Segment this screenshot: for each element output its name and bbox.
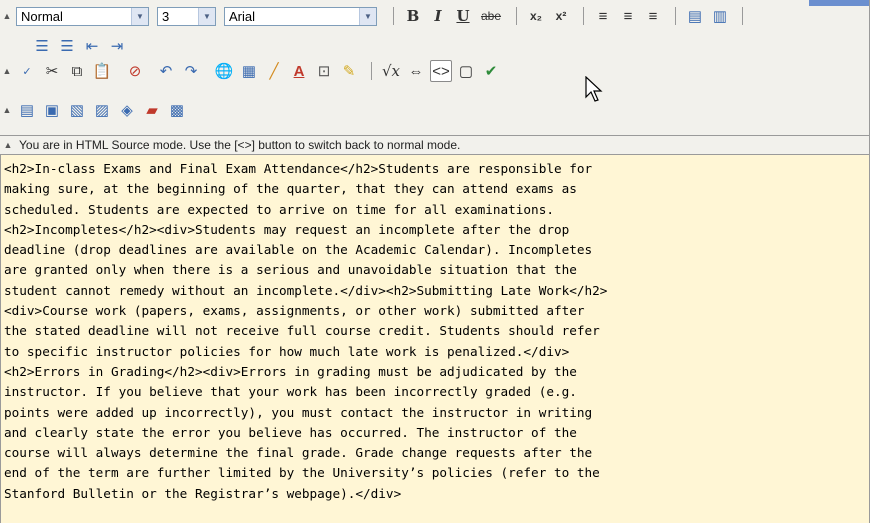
collapse-arrow-icon[interactable]: ▲ xyxy=(2,8,12,24)
strikethrough-button[interactable]: abe xyxy=(477,5,505,27)
cut-icon[interactable]: ✂ xyxy=(41,60,63,82)
spellcheck-icon[interactable]: ✓ xyxy=(16,60,38,82)
align-left-icon[interactable]: ≡ xyxy=(592,5,614,27)
source-line: instructor. If you believe that your wor… xyxy=(4,384,577,400)
chevron-down-icon: ▼ xyxy=(131,7,148,25)
separator xyxy=(675,7,676,25)
source-line: deadline (drop deadlines are available o… xyxy=(4,242,593,258)
html-source-editor[interactable]: <h2>In-class Exams and Final Exam Attend… xyxy=(0,155,870,523)
separator xyxy=(742,7,743,25)
source-line: student cannot remedy without an incompl… xyxy=(4,282,608,298)
chevron-down-icon: ▼ xyxy=(359,7,376,25)
align-right-icon[interactable]: ≡ xyxy=(642,5,664,27)
paragraph-format-select[interactable]: Normal ▼ xyxy=(16,6,149,26)
bold-button[interactable]: B xyxy=(402,5,424,27)
source-line: to specific instructor policies for how … xyxy=(4,343,570,359)
search-file-icon[interactable]: ▨ xyxy=(91,99,113,121)
rich-text-editor: ▲ Normal ▼ 3 ▼ Arial ▼ B I U abe x₂ x² ≡ xyxy=(0,0,870,523)
toggle-view-icon[interactable]: ⇔ xyxy=(405,60,427,82)
font-color-icon[interactable]: A xyxy=(288,60,310,82)
highlight-icon[interactable]: ✎ xyxy=(338,60,360,82)
font-size-value: 3 xyxy=(162,8,170,24)
copy-icon[interactable]: ⧉ xyxy=(66,60,88,82)
insert-gallery-icon[interactable]: ▩ xyxy=(166,99,188,121)
toolbar-row-tools: ▲ ✓ ✂ ⧉ 📋 ⊘ ↶ ↷ 🌐 ▦ ╱ A ⊡ ✎ √x ⇔ <> ▢ ✔ xyxy=(0,58,505,84)
source-line: points were added up incorrectly), you m… xyxy=(4,404,593,420)
html-source-toggle-button[interactable]: <> xyxy=(430,60,452,82)
italic-button[interactable]: I xyxy=(427,5,449,27)
collapse-arrow-icon[interactable]: ▲ xyxy=(2,102,12,118)
toolbar-row-formatting: ▲ Normal ▼ 3 ▼ Arial ▼ B I U abe x₂ x² ≡ xyxy=(0,3,751,29)
unordered-list-icon[interactable]: ☰ xyxy=(56,35,78,57)
source-line: scheduled. Students are expected to arri… xyxy=(4,201,554,217)
collapse-arrow-icon[interactable]: ▲ xyxy=(3,137,13,153)
source-line: and clearly state the error you believe … xyxy=(4,424,577,440)
ordered-list-icon[interactable]: ☰ xyxy=(31,35,53,57)
insert-pdf-icon[interactable]: ▰ xyxy=(141,99,163,121)
insert-image-icon[interactable]: ▣ xyxy=(41,99,63,121)
editor-toolbar: ▲ Normal ▼ 3 ▼ Arial ▼ B I U abe x₂ x² ≡ xyxy=(0,0,870,135)
outdent-icon[interactable]: ⇤ xyxy=(81,35,103,57)
html-source-text[interactable]: <h2>In-class Exams and Final Exam Attend… xyxy=(4,159,866,504)
source-line: <h2>Errors in Grading</h2><div>Errors in… xyxy=(4,363,577,379)
paste-icon[interactable]: 📋 xyxy=(91,60,113,82)
insert-media-icon[interactable]: ◈ xyxy=(116,99,138,121)
subscript-button[interactable]: x₂ xyxy=(525,5,547,27)
undo-icon[interactable]: ↶ xyxy=(155,60,177,82)
toolbar-row-insert: ▲ ▤ ▣ ▧ ▨ ◈ ▰ ▩ xyxy=(0,97,191,123)
paste-text-icon[interactable]: ▤ xyxy=(684,5,706,27)
equation-icon[interactable]: √x xyxy=(380,60,402,82)
font-family-select[interactable]: Arial ▼ xyxy=(224,6,377,26)
paste-word-icon[interactable]: ▥ xyxy=(709,5,731,27)
source-line: course will always determine the final g… xyxy=(4,445,593,461)
collapse-arrow-icon[interactable]: ▲ xyxy=(2,63,12,79)
paragraph-format-value: Normal xyxy=(21,8,63,24)
validate-icon[interactable]: ✔ xyxy=(480,60,502,82)
fullscreen-icon[interactable]: ▢ xyxy=(455,60,477,82)
status-message: You are in HTML Source mode. Use the [<>… xyxy=(19,138,461,152)
insert-document-icon[interactable]: ▤ xyxy=(16,99,38,121)
align-center-icon[interactable]: ≡ xyxy=(617,5,639,27)
chevron-down-icon: ▼ xyxy=(198,7,215,25)
insert-link-icon[interactable]: 🌐 xyxy=(213,60,235,82)
source-line: <h2>In-class Exams and Final Exam Attend… xyxy=(4,161,593,176)
separator xyxy=(371,62,372,80)
superscript-button[interactable]: x² xyxy=(550,5,572,27)
source-line: the stated deadline will not receive ful… xyxy=(4,323,600,339)
horizontal-rule-icon[interactable]: ╱ xyxy=(263,60,285,82)
source-line: making sure, at the beginning of the qua… xyxy=(4,181,577,197)
underline-button[interactable]: U xyxy=(452,5,474,27)
insert-table-icon[interactable]: ▦ xyxy=(238,60,260,82)
separator xyxy=(393,7,394,25)
font-size-select[interactable]: 3 ▼ xyxy=(157,6,216,26)
source-line: <h2>Incompletes</h2><div>Students may re… xyxy=(4,221,570,237)
source-line: <div>Course work (papers, exams, assignm… xyxy=(4,303,585,319)
remove-format-icon[interactable]: ⊘ xyxy=(124,60,146,82)
separator xyxy=(583,7,584,25)
source-line: end of the term are further limited by t… xyxy=(4,465,600,481)
separator xyxy=(516,7,517,25)
source-line: Stanford Bulletin or the Registrar’s web… xyxy=(4,485,402,501)
toolbar-accent-band xyxy=(809,0,869,6)
source-line: are granted only when there is a serious… xyxy=(4,262,577,278)
redo-icon[interactable]: ↷ xyxy=(180,60,202,82)
indent-icon[interactable]: ⇥ xyxy=(106,35,128,57)
font-family-value: Arial xyxy=(229,8,256,24)
mode-status-bar: ▲ You are in HTML Source mode. Use the [… xyxy=(0,135,870,155)
insert-file-icon[interactable]: ▧ xyxy=(66,99,88,121)
insert-special-icon[interactable]: ⊡ xyxy=(313,60,335,82)
mouse-pointer-icon xyxy=(585,76,603,102)
toolbar-row-lists: ☰ ☰ ⇤ ⇥ xyxy=(31,33,131,59)
